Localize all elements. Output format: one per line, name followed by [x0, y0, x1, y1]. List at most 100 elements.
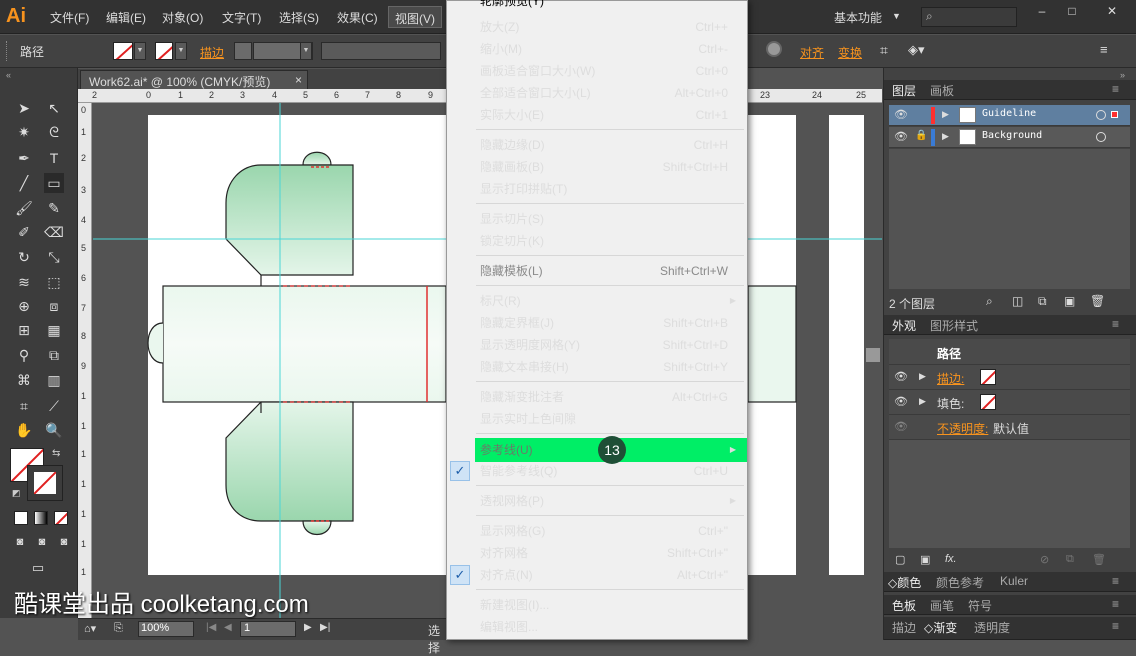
recolor-icon[interactable]	[766, 41, 782, 57]
expand-icon[interactable]: ▶	[919, 396, 926, 407]
layer-name[interactable]: Background	[982, 130, 1042, 141]
fill-attr-label[interactable]: 填色:	[937, 395, 964, 412]
menu-item[interactable]: 编辑视图...	[447, 616, 746, 638]
grip-handle[interactable]	[6, 41, 9, 61]
eye-icon[interactable]: 👁	[894, 395, 908, 408]
eye-icon[interactable]: 👁	[894, 370, 908, 383]
eraser-icon[interactable]: ⌫	[44, 222, 64, 242]
lasso-icon[interactable]: ᘓ	[44, 122, 64, 142]
next-page-icon[interactable]: ▶	[304, 622, 312, 633]
shape-builder-icon[interactable]: ⊕	[14, 296, 34, 316]
menu-item[interactable]: 隐藏画板(B) Shift+Ctrl+H	[447, 156, 746, 178]
isolate-icon[interactable]: ⌗	[880, 42, 888, 59]
new-layer-icon[interactable]: ▣	[1064, 294, 1075, 308]
clear-appearance-icon[interactable]: ⊘	[1040, 553, 1049, 566]
share-icon[interactable]: ⎘	[114, 622, 123, 635]
menu-select[interactable]: 选择(S)	[279, 9, 319, 26]
target-icon[interactable]	[1096, 110, 1106, 120]
panel-menu-icon[interactable]: ≡	[1112, 317, 1119, 331]
vertical-ruler[interactable]: 0 1 2 3 4 5 6 7 8 9 1 1 1 1 1 1 1	[78, 103, 92, 618]
type-tool-icon[interactable]: T	[44, 148, 64, 168]
warp-tool-icon[interactable]: ≋	[14, 272, 34, 292]
expand-icon[interactable]: ▶	[942, 131, 949, 142]
menu-item-outline-partial[interactable]: 轮廓预览(Y)	[480, 0, 544, 9]
search-input[interactable]: ⌕	[921, 7, 1017, 27]
menu-item[interactable]: 显示切片(S)	[447, 208, 746, 230]
first-page-icon[interactable]: |◀	[206, 622, 216, 633]
stroke-dropdown[interactable]: ▼	[175, 42, 187, 60]
stroke-swatch[interactable]	[980, 369, 996, 385]
rotate-tool-icon[interactable]: ↻	[14, 247, 34, 267]
tab-transparency[interactable]: 透明度	[974, 619, 1010, 636]
menu-item[interactable]: 隐藏文本串接(H) Shift+Ctrl+Y	[447, 356, 746, 378]
menu-item[interactable]: 隐藏边缘(D) Ctrl+H	[447, 134, 746, 156]
menu-item[interactable]: 隐藏定界框(J) Shift+Ctrl+B	[447, 312, 746, 334]
menu-edit[interactable]: 编辑(E)	[106, 9, 146, 26]
hand-tool-icon[interactable]: ✋	[14, 420, 34, 440]
last-page-icon[interactable]: ▶|	[320, 622, 330, 633]
menu-item[interactable]: 隐藏渐变批注者 Alt+Ctrl+G	[447, 386, 746, 408]
menu-item[interactable]: 放大(Z) Ctrl++	[447, 16, 746, 38]
gradient-tool-icon[interactable]: ▦	[44, 320, 64, 340]
collapse-icon[interactable]: «	[6, 70, 11, 80]
menu-view[interactable]: 视图(V)	[388, 6, 442, 28]
eye-icon[interactable]: 👁	[894, 108, 908, 121]
line-tool-icon[interactable]: ╱	[14, 173, 34, 193]
page-field[interactable]: 1	[240, 621, 296, 637]
none-mode-icon[interactable]	[54, 511, 68, 525]
add-effect-icon[interactable]: fx.	[945, 553, 957, 565]
tab-stroke[interactable]: 描边	[892, 619, 916, 636]
arrange-icon[interactable]: ◈▾	[908, 42, 925, 58]
menu-item[interactable]: 画板适合窗口大小(W) Ctrl+0	[447, 60, 746, 82]
menu-item[interactable]: 标尺(R) ▶	[447, 290, 746, 312]
menu-item[interactable]: 显示透明度网格(Y) Shift+Ctrl+D	[447, 334, 746, 356]
transform-link[interactable]: 变换	[838, 44, 862, 61]
zoom-tool-icon[interactable]: 🔍	[44, 420, 64, 440]
layer-row-background[interactable]: 👁 🔒 ▶ Background	[889, 127, 1130, 148]
menu-item[interactable]: ✓ 智能参考线(Q) Ctrl+U	[447, 460, 746, 482]
pen-tool-icon[interactable]: ✒	[14, 148, 34, 168]
draw-normal-icon[interactable]: ◙	[10, 532, 30, 552]
stroke-weight-dropdown[interactable]: ▼	[300, 42, 312, 60]
stroke-color-box[interactable]	[27, 465, 63, 501]
stroke-swatch[interactable]	[155, 42, 173, 60]
menu-type[interactable]: 文字(T)	[222, 9, 261, 26]
fill-swatch[interactable]	[113, 42, 133, 60]
selection-tool-icon[interactable]: ➤	[14, 98, 34, 118]
close-tab-icon[interactable]: ×	[295, 73, 302, 87]
menu-item[interactable]: 全部适合窗口大小(L) Alt+Ctrl+0	[447, 82, 746, 104]
menu-item[interactable]: 参考线(U) ▶	[447, 439, 746, 461]
panel-menu-icon[interactable]: ≡	[1112, 597, 1119, 611]
screen-mode-icon[interactable]: ▭	[28, 558, 48, 578]
panel-menu-icon[interactable]: ≡	[1100, 42, 1108, 57]
menu-item[interactable]: 显示实时上色间隙	[447, 408, 746, 430]
align-link[interactable]: 对齐	[800, 44, 824, 61]
maximize-button[interactable]: □	[1058, 2, 1086, 22]
eyedropper-icon[interactable]: ⚲	[14, 345, 34, 365]
appearance-stroke-row[interactable]: 👁 ▶ 描边:	[889, 365, 1130, 390]
tab-graphic-styles[interactable]: 图形样式	[930, 317, 978, 334]
tab-gradient[interactable]: ◇渐变	[924, 619, 957, 636]
tab-layers[interactable]: 图层	[892, 82, 916, 99]
layer-row-guideline[interactable]: 👁 ▶ Guideline	[889, 105, 1130, 126]
close-button[interactable]: ✕	[1092, 2, 1132, 22]
trash-icon[interactable]: 🗑	[1090, 294, 1105, 308]
tab-symbols[interactable]: 符号	[968, 597, 992, 614]
selection-indicator[interactable]	[1111, 111, 1118, 118]
document-tab[interactable]: Work62.ai* @ 100% (CMYK/预览) ×	[80, 70, 308, 89]
artboard-tool-icon[interactable]: ⌗	[14, 396, 34, 416]
collapse-panels-icon[interactable]: »	[1120, 70, 1125, 80]
prev-page-icon[interactable]: ◀	[224, 622, 232, 633]
color-mode-icon[interactable]	[14, 511, 28, 525]
workspace-switcher[interactable]: 基本功能	[834, 9, 882, 26]
eye-icon[interactable]: 👁	[894, 420, 908, 433]
menu-item[interactable]: 显示打印拼贴(T)	[447, 178, 746, 200]
make-clipping-mask-icon[interactable]: ◫	[1012, 294, 1023, 308]
stroke-weight-stepper[interactable]	[234, 42, 252, 60]
stroke-label[interactable]: 描边	[200, 44, 224, 61]
draw-inside-icon[interactable]: ◙	[54, 532, 74, 552]
horizontal-ruler-right[interactable]: 23 24 25	[748, 89, 882, 103]
tab-color[interactable]: ◇颜色	[888, 574, 921, 591]
gradient-mode-icon[interactable]	[34, 511, 48, 525]
duplicate-item-icon[interactable]: ⧉	[1066, 553, 1074, 566]
